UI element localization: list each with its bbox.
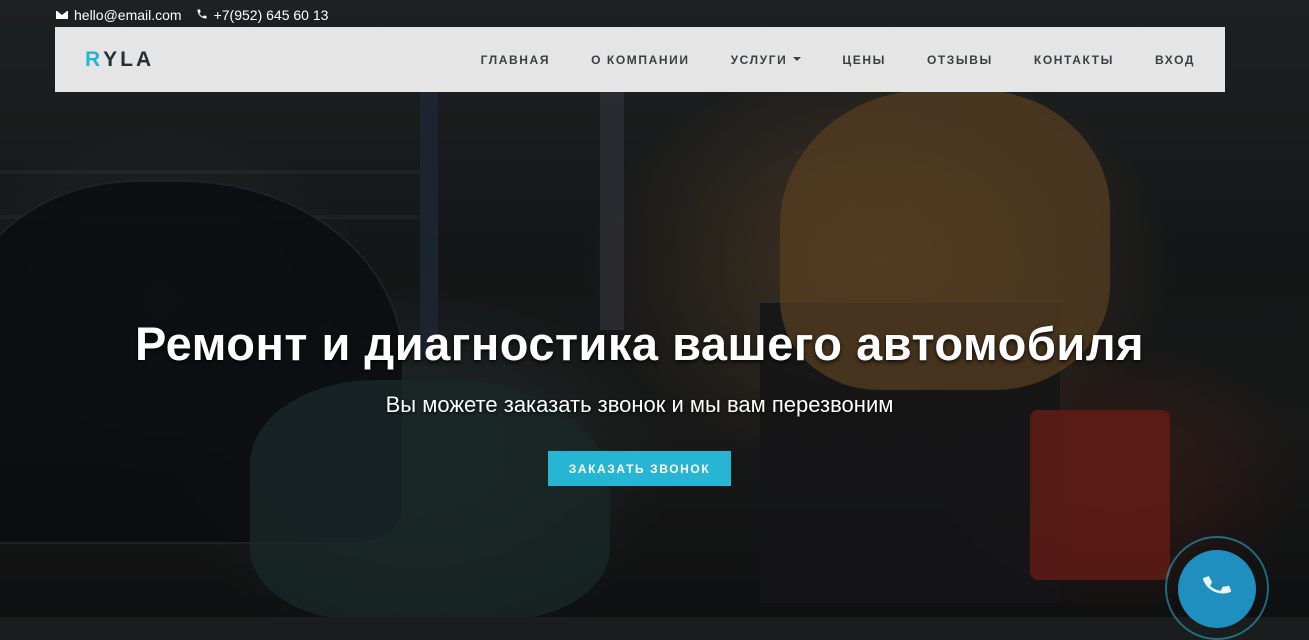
nav-label: О КОМПАНИИ (591, 52, 690, 67)
nav-item-about[interactable]: О КОМПАНИИ (591, 53, 690, 67)
caret-down-icon (793, 56, 802, 61)
nav-label: ГЛАВНАЯ (480, 52, 551, 67)
main-menu: ГЛАВНАЯ О КОМПАНИИ УСЛУГИ ЦЕНЫ ОТЗЫВЫ КО… (440, 53, 1195, 67)
hero-background (0, 0, 1309, 617)
nav-item-prices[interactable]: ЦЕНЫ (842, 53, 886, 67)
nav-item-services[interactable]: УСЛУГИ (731, 53, 802, 67)
hero-subline: Вы можете заказать звонок и мы вам перез… (385, 392, 894, 417)
email-text: hello@email.com (74, 7, 182, 23)
call-widget-button[interactable] (1178, 550, 1256, 628)
hero-headline: Ремонт и диагностика вашего автомобиля (134, 317, 1145, 370)
phone-contact[interactable]: +7(952) 645 60 13 (196, 7, 329, 23)
nav-label: УСЛУГИ (730, 52, 788, 67)
nav-label: КОНТАКТЫ (1033, 52, 1114, 67)
contact-bar: hello@email.com +7(952) 645 60 13 (56, 6, 328, 24)
order-call-button[interactable]: ЗАКАЗАТЬ ЗВОНОК (548, 451, 731, 486)
nav-label: ОТЗЫВЫ (926, 52, 993, 67)
phone-handset-icon (1202, 576, 1232, 594)
nav-label: ВХОД (1154, 52, 1195, 67)
nav-item-contacts[interactable]: КОНТАКТЫ (1034, 53, 1114, 67)
nav-item-home[interactable]: ГЛАВНАЯ (481, 53, 550, 67)
logo-initial: R (85, 47, 104, 71)
navbar: R YLA ГЛАВНАЯ О КОМПАНИИ УСЛУГИ ЦЕНЫ ОТЗЫ… (55, 27, 1225, 92)
logo-text: YLA (103, 47, 155, 71)
phone-text: +7(952) 645 60 13 (213, 7, 329, 23)
logo[interactable]: R YLA (85, 48, 154, 72)
nav-item-reviews[interactable]: ОТЗЫВЫ (927, 53, 993, 67)
envelope-icon (56, 11, 68, 19)
nav-item-login[interactable]: ВХОД (1155, 53, 1195, 67)
nav-label: ЦЕНЫ (842, 52, 886, 67)
phone-icon (196, 8, 208, 22)
email-contact[interactable]: hello@email.com (56, 7, 182, 23)
dark-overlay (0, 0, 1309, 617)
